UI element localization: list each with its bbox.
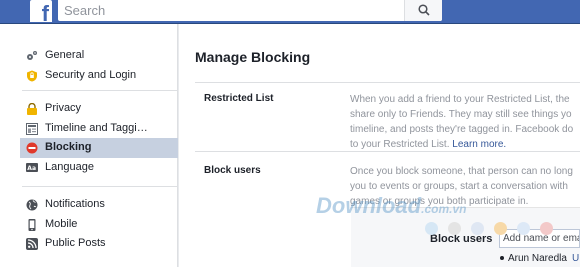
watermark: Download.com.vn [316,193,466,219]
blocked-user-name: Arun Naredla [508,253,567,264]
sidebar-item-label: Notifications [45,198,105,210]
description-line: share only to Friends. They may still se… [350,109,572,120]
sidebar-group-account: General Security and Login [22,24,178,91]
settings-sidebar: General Security and Login Privacy Timel… [0,24,178,267]
sidebar-item-label: Mobile [45,217,78,230]
globe-icon [26,199,38,211]
sidebar-item-label: Language [45,160,94,173]
sidebar-item-label: Blocking [45,141,92,153]
sidebar-item-mobile[interactable]: Mobile [20,215,178,235]
search-icon [418,4,430,16]
watermark-dot [540,222,553,235]
block-users-label: Block users [204,165,261,176]
watermark-text: Download [316,193,422,218]
watermark-dot [494,222,507,235]
sidebar-item-security-and-login[interactable]: Security and Login [20,66,178,86]
security-badge-icon [27,70,37,81]
page-title: Manage Blocking [195,49,311,65]
sidebar-item-language[interactable]: Aa Language [20,158,178,178]
list-bullet [500,256,504,260]
rss-icon [26,238,38,250]
divider [195,151,580,152]
sidebar-item-label: General [45,49,85,61]
sidebar-item-blocking[interactable]: Blocking [20,138,178,158]
unblock-link[interactable]: U [572,253,579,264]
watermark-dot [448,222,461,235]
learn-more-link[interactable]: Learn more. [452,139,506,150]
description-text: to your Restricted List. [350,139,450,150]
sidebar-item-timeline-and-tagging[interactable]: Timeline and Taggi… [20,119,178,139]
sidebar-item-label: Privacy [45,102,82,114]
sidebar-item-label: Public Posts [45,237,106,249]
description-line: timeline, and posts they're tagged in. F… [350,124,574,135]
facebook-logo[interactable]: f [30,0,52,26]
sidebar-group-other: Notifications Mobile Public Posts [22,187,178,262]
divider [195,82,580,83]
description-line: When you add a friend to your Restricted… [350,94,570,105]
language-icon: Aa [26,162,38,172]
block-users-panel-label: Block users [430,233,493,245]
sidebar-group-privacy: Privacy Timeline and Taggi… Blocking Aa … [20,91,178,187]
watermark-dot [471,222,484,235]
timeline-icon [26,122,38,135]
sidebar-item-general[interactable]: General [20,46,178,66]
watermark-suffix: .com.vn [421,202,467,216]
mobile-icon [28,218,36,231]
svg-text:Aa: Aa [27,165,36,172]
description-line: you to events or groups, start a convers… [350,181,568,192]
watermark-dot [425,222,438,235]
search-button[interactable] [404,0,442,21]
facebook-logo-letter: f [41,1,49,26]
lock-icon [27,103,37,115]
sidebar-item-notifications[interactable]: Notifications [20,195,178,215]
description-line: Once you block someone, that person can … [350,166,573,177]
sidebar-item-label: Security and Login [45,68,137,81]
gear-cog-icon [27,51,37,60]
search-box [58,0,442,21]
restricted-list-label: Restricted List [204,93,274,104]
block-user-input[interactable] [499,229,580,248]
description-line: to your Restricted List. Learn more. [350,137,580,152]
restricted-list-description: When you add a friend to your Restricted… [350,92,580,152]
search-input[interactable] [58,0,404,21]
sidebar-item-privacy[interactable]: Privacy [20,99,178,119]
sidebar-item-label: Timeline and Taggi… [45,121,148,134]
blocking-icon [26,142,38,154]
watermark-dot [517,222,530,235]
top-bar: f [0,0,580,26]
sidebar-item-public-posts[interactable]: Public Posts [20,234,178,254]
